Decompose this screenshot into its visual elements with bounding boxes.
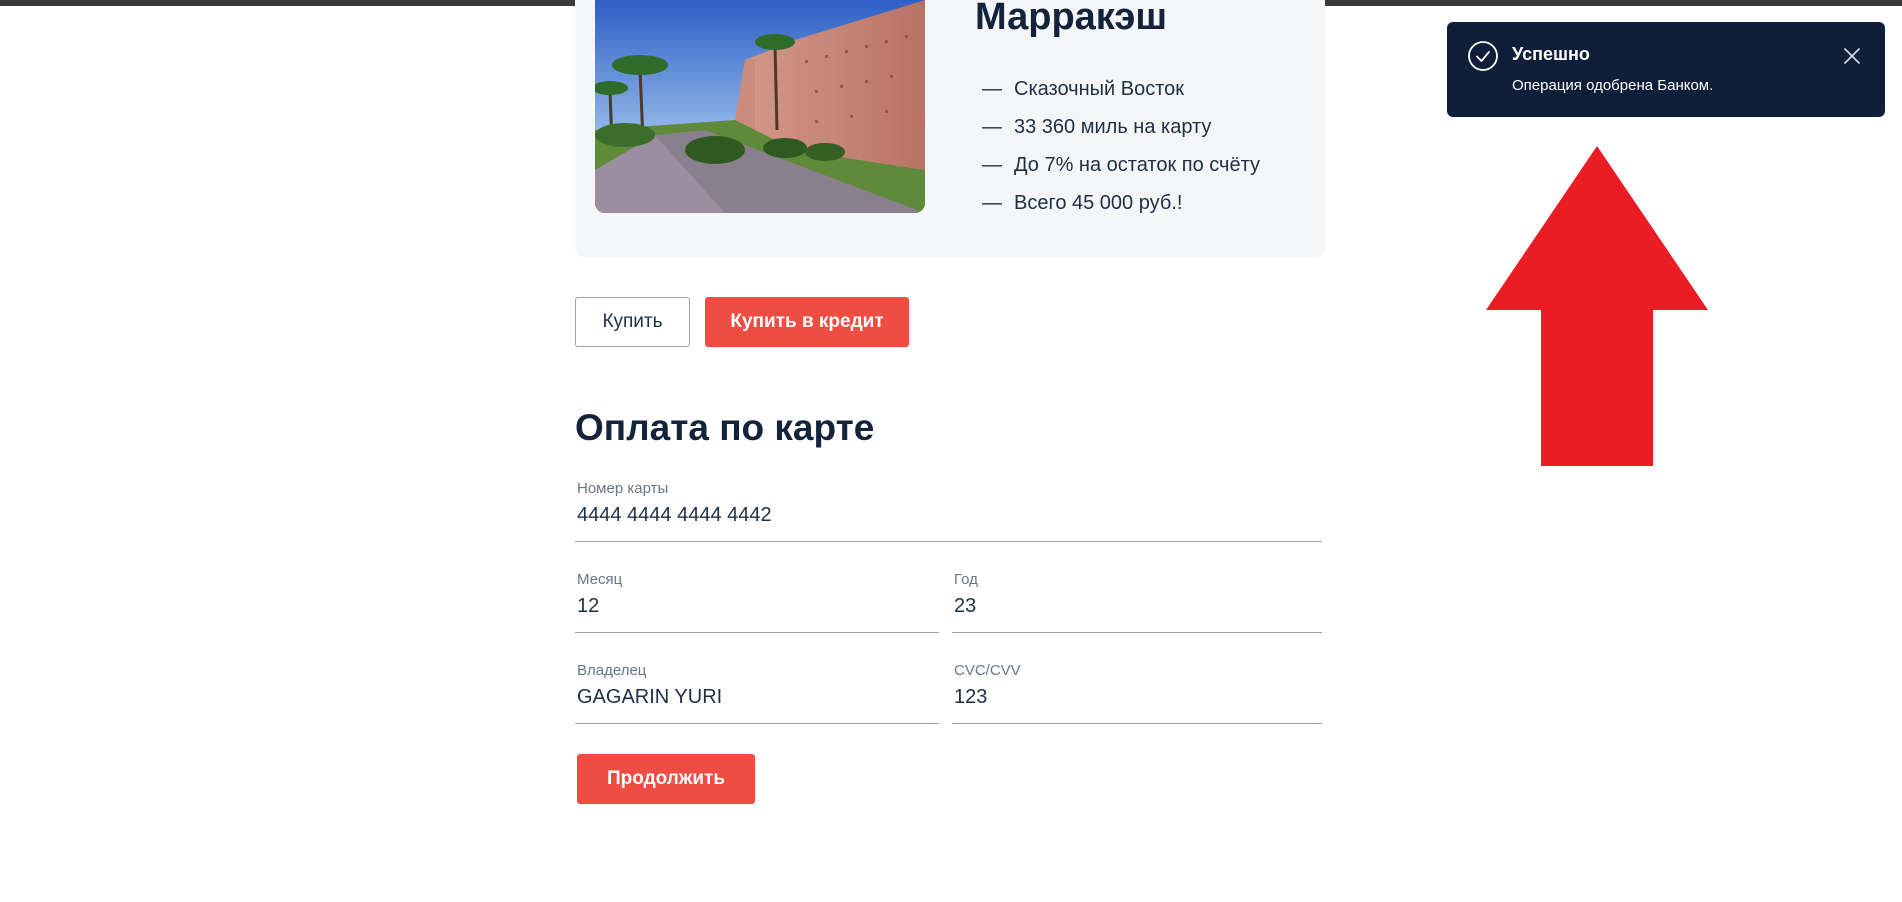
buy-button[interactable]: Купить — [575, 297, 690, 347]
feature-item: — Сказочный Восток — [982, 77, 1184, 100]
continue-button[interactable]: Продолжить — [577, 754, 755, 804]
cvc-input[interactable]: 123 — [954, 686, 987, 709]
card-number-field[interactable]: Номер карты 4444 4444 4444 4442 — [575, 480, 1322, 542]
success-toast: Успешно Операция одобрена Банком. — [1447, 22, 1885, 117]
month-input[interactable]: 12 — [577, 595, 599, 618]
cvc-field[interactable]: CVC/CVV 123 — [952, 662, 1322, 724]
buy-on-credit-button[interactable]: Купить в кредит — [705, 297, 909, 347]
feature-item: —33 360 миль на карту — [982, 115, 1212, 138]
payment-section-title: Оплата по карте — [575, 407, 875, 448]
card-number-label: Номер карты — [577, 480, 669, 497]
year-field[interactable]: Год 23 — [952, 571, 1322, 633]
month-label: Месяц — [577, 571, 623, 588]
up-arrow-icon — [1485, 146, 1710, 468]
offer-image — [595, 0, 925, 213]
toast-title: Успешно — [1512, 44, 1590, 64]
card-number-input[interactable]: 4444 4444 4444 4442 — [577, 504, 772, 527]
feature-item: — Всего 45 000 руб.! — [982, 191, 1183, 214]
owner-input[interactable]: GAGARIN YURI — [577, 686, 722, 709]
owner-field[interactable]: Владелец GAGARIN YURI — [575, 662, 939, 724]
close-icon[interactable] — [1840, 44, 1864, 68]
year-label: Год — [954, 571, 978, 588]
toast-message: Операция одобрена Банком. — [1512, 77, 1714, 94]
marrakesh-photo — [595, 0, 925, 213]
owner-label: Владелец — [577, 662, 647, 679]
feature-item: — До 7% на остаток по счёту — [982, 153, 1260, 176]
cvc-label: CVC/CVV — [954, 662, 1021, 679]
month-field[interactable]: Месяц 12 — [575, 571, 939, 633]
year-input[interactable]: 23 — [954, 595, 976, 618]
offer-features-list: — Сказочный Восток —33 360 миль на карту … — [982, 70, 1260, 222]
check-circle-icon — [1467, 40, 1499, 72]
offer-title: Марракэш — [975, 0, 1167, 38]
offer-card: Марракэш — Сказочный Восток —33 360 миль … — [575, 0, 1325, 257]
